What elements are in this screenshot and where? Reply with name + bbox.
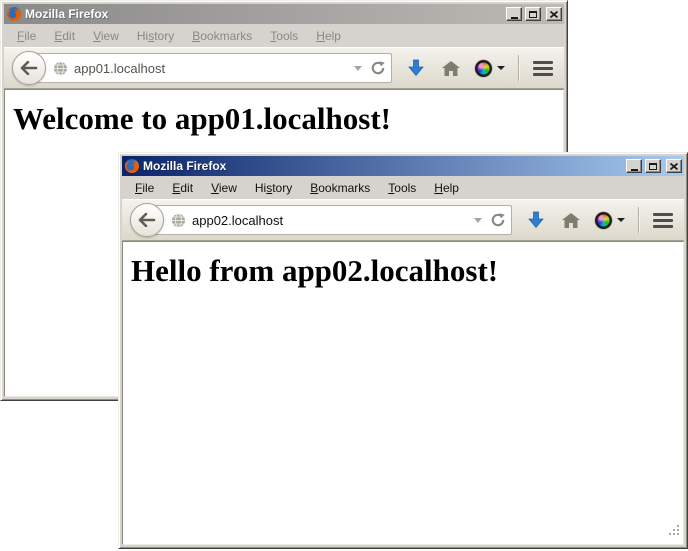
maximize-button[interactable] [645,159,661,173]
home-button[interactable] [560,205,582,235]
hamburger-menu-icon [653,213,673,228]
colorzilla-icon [595,212,612,229]
resize-grip-icon [669,525,682,538]
navigation-toolbar [122,199,684,241]
back-button[interactable] [12,51,46,85]
maximize-icon [649,163,657,170]
dropdown-caret-icon [617,218,625,222]
resize-grip[interactable] [669,525,682,543]
download-arrow-icon [407,59,425,77]
page-content-app02: Hello from app02.localhost! [122,241,684,545]
firefox-icon [6,6,22,22]
window-title: Mozilla Firefox [25,7,503,21]
maximize-button[interactable] [525,7,541,21]
colorzilla-button[interactable] [475,53,505,83]
menu-item-edit[interactable]: Edit [45,26,84,46]
download-arrow-icon [527,211,545,229]
reload-icon [491,213,505,227]
minimize-icon [631,169,638,171]
urlbar[interactable] [30,53,392,83]
reload-icon [371,61,385,75]
minimize-button[interactable] [626,159,642,173]
page-heading: Hello from app02.localhost! [131,253,675,289]
back-arrow-icon [20,61,38,75]
menu-item-help[interactable]: Help [307,26,350,46]
menu-item-history[interactable]: History [128,26,183,46]
minimize-button[interactable] [506,7,522,21]
minimize-icon [511,17,518,19]
menu-item-bookmarks[interactable]: Bookmarks [301,178,379,198]
desktop: { "windows": [ { "title": "Mozilla Firef… [0,0,688,551]
globe-icon [53,61,68,76]
menu-item-edit[interactable]: Edit [163,178,202,198]
menu-item-view[interactable]: View [202,178,246,198]
urlbar[interactable] [148,205,512,235]
menu-item-tools[interactable]: Tools [379,178,425,198]
toolbar-separator [638,207,639,233]
menu-item-file[interactable]: File [126,178,163,198]
hamburger-menu-icon [533,61,553,76]
urlbar-container [12,51,392,85]
menu-item-view[interactable]: View [84,26,128,46]
colorzilla-icon [475,60,492,77]
close-button[interactable] [546,7,562,21]
close-icon [670,163,678,170]
close-icon [550,11,558,18]
firefox-icon [124,158,140,174]
home-button[interactable] [440,53,462,83]
download-button[interactable] [405,53,427,83]
chevron-down-icon[interactable] [354,66,362,71]
download-button[interactable] [525,205,547,235]
menu-item-bookmarks[interactable]: Bookmarks [183,26,261,46]
dropdown-caret-icon [497,66,505,70]
titlebar[interactable]: Mozilla Firefox [122,156,684,176]
menu-button[interactable] [652,205,674,235]
window-title: Mozilla Firefox [143,159,623,173]
chevron-down-icon[interactable] [474,218,482,223]
home-icon [562,213,580,228]
menu-button[interactable] [532,53,554,83]
reload-button[interactable] [371,61,385,75]
menu-item-tools[interactable]: Tools [261,26,307,46]
url-input[interactable] [192,213,468,228]
back-button[interactable] [130,203,164,237]
urlbar-container [130,203,512,237]
titlebar[interactable]: Mozilla Firefox [4,4,564,24]
home-icon [442,61,460,76]
close-button[interactable] [666,159,682,173]
colorzilla-button[interactable] [595,205,625,235]
url-input[interactable] [74,61,348,76]
page-heading: Welcome to app01.localhost! [13,101,555,137]
menu-item-help[interactable]: Help [425,178,468,198]
menubar: File Edit View History Bookmarks Tools H… [122,177,684,199]
firefox-window-app02[interactable]: Mozilla Firefox File Edit View History B… [118,152,688,549]
toolbar-separator [518,55,519,81]
reload-button[interactable] [491,213,505,227]
navigation-toolbar [4,47,564,89]
menubar: File Edit View History Bookmarks Tools H… [4,25,564,47]
back-arrow-icon [138,213,156,227]
globe-icon [171,213,186,228]
menu-item-file[interactable]: File [8,26,45,46]
maximize-icon [529,11,537,18]
menu-item-history[interactable]: History [246,178,301,198]
